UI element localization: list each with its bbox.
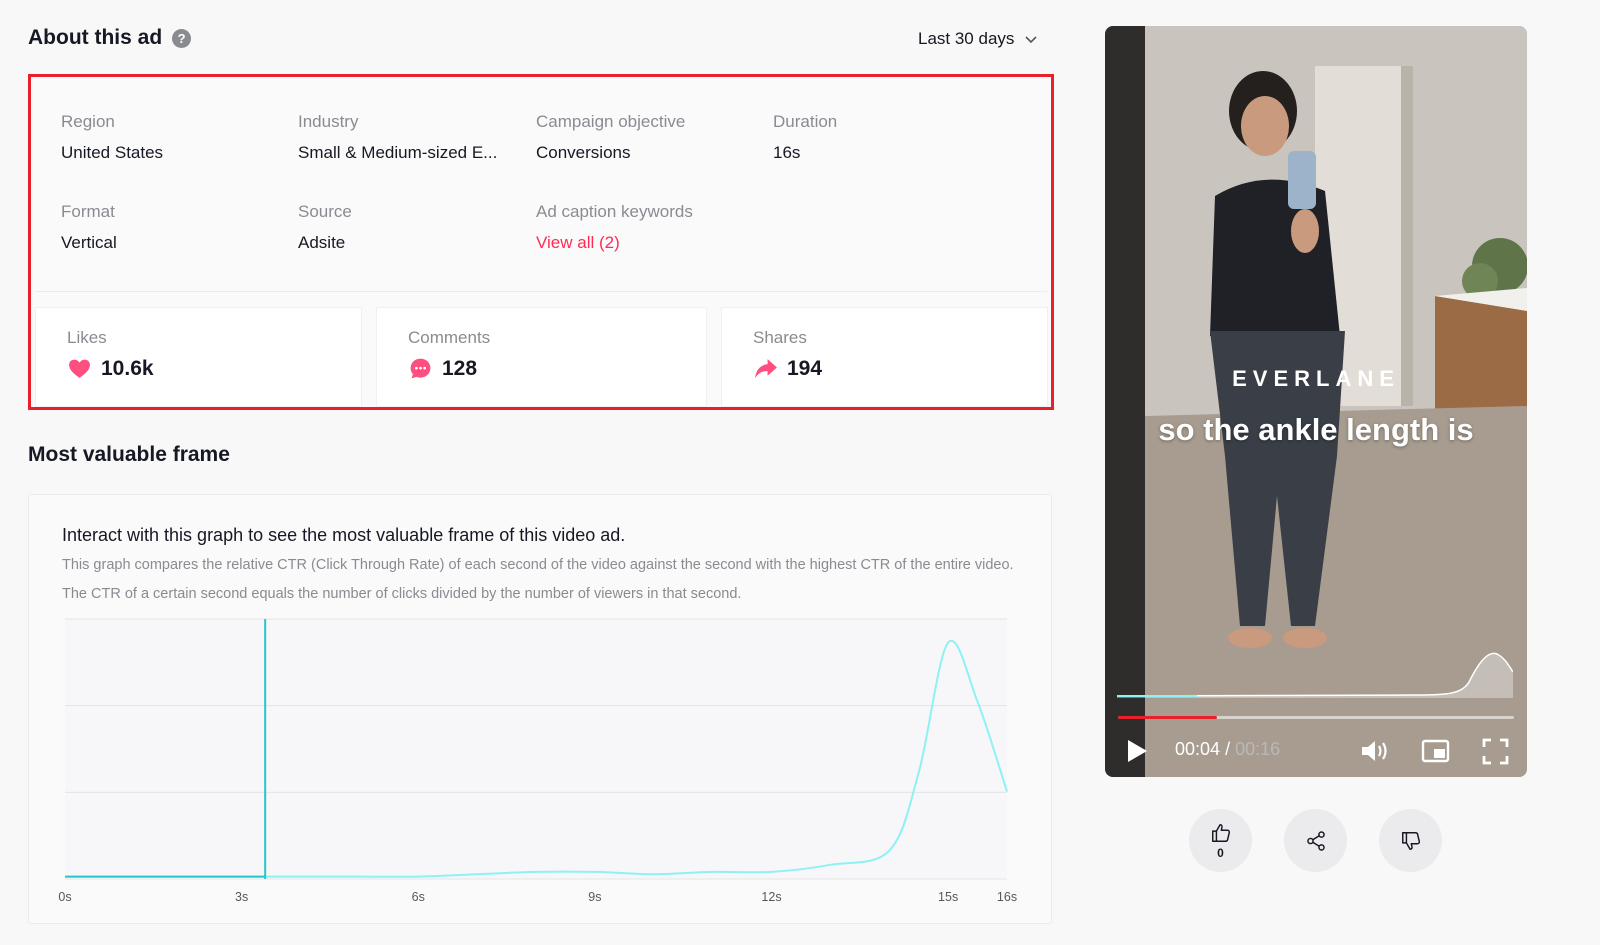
format-label: Format <box>61 202 115 221</box>
thumbs-down-icon <box>1401 831 1420 850</box>
x-tick-label: 12s <box>761 890 781 904</box>
region-label: Region <box>61 112 115 131</box>
ad-details-panel: Region United States Industry Small & Me… <box>28 74 1054 410</box>
region-value: United States <box>61 143 164 162</box>
objective-value: Conversions <box>536 143 631 162</box>
picture-in-picture-icon[interactable] <box>1421 738 1450 764</box>
industry-label: Industry <box>298 112 359 131</box>
graph-description: This graph compares the relative CTR (Cl… <box>62 557 1014 602</box>
x-tick-label: 9s <box>588 890 601 904</box>
video-progress-bar[interactable] <box>1118 716 1514 719</box>
comments-label: Comments <box>408 328 491 347</box>
chevron-down-icon <box>1025 36 1037 44</box>
x-tick-label: 0s <box>58 890 71 904</box>
source-label: Source <box>298 202 352 221</box>
likes-card: Likes 10.6k <box>35 307 362 407</box>
date-range-label: Last 30 days <box>918 29 1015 48</box>
view-all-keywords-link[interactable]: View all (2) <box>536 233 693 253</box>
about-ad-header: About this ad ? <box>28 26 192 50</box>
video-duration: 00:16 <box>1235 739 1281 759</box>
most-valuable-frame-title: Most valuable frame <box>28 443 230 466</box>
play-icon[interactable] <box>1125 738 1149 764</box>
duration-label: Duration <box>773 112 838 131</box>
page-title: About this ad <box>28 26 163 49</box>
fullscreen-icon[interactable] <box>1482 738 1509 765</box>
share-arrow-icon <box>755 359 777 379</box>
industry-value: Small & Medium-sized E... <box>298 143 498 162</box>
format-value: Vertical <box>61 233 117 252</box>
objective-field: Campaign objective Conversions <box>536 112 685 163</box>
industry-field: Industry Small & Medium-sized E... <box>298 112 497 163</box>
video-brand-text: EVERLANE <box>1232 366 1400 391</box>
video-controls: 00:04 / 00:16 <box>1105 726 1527 776</box>
shares-card: Shares 194 <box>721 307 1048 407</box>
share-icon <box>1306 830 1325 851</box>
source-value: Adsite <box>298 233 346 252</box>
heart-icon <box>69 359 90 378</box>
likes-label: Likes <box>67 328 107 347</box>
duration-field: Duration 16s <box>773 112 837 163</box>
ctr-graph-card: 0s 3s 6s 9s 12s 15s 16s Interact with this gra… <box>28 494 1052 924</box>
video-current-time: 00:04 <box>1175 739 1221 759</box>
dislike-button[interactable] <box>1379 809 1442 872</box>
region-field: Region United States <box>61 112 163 163</box>
panel-divider <box>35 291 1047 292</box>
video-progress-fill <box>1118 716 1217 719</box>
share-button[interactable] <box>1284 809 1347 872</box>
x-tick-label: 3s <box>235 890 248 904</box>
chart-plot-area <box>65 619 1007 879</box>
video-ctr-sparkline <box>1117 652 1513 698</box>
video-caption: so the ankle length is <box>1158 412 1474 447</box>
x-tick-label: 6s <box>412 890 425 904</box>
keywords-field: Ad caption keywords View all (2) <box>536 202 693 253</box>
keywords-label: Ad caption keywords <box>536 202 693 221</box>
duration-value: 16s <box>773 143 801 162</box>
date-range-dropdown[interactable]: Last 30 days <box>918 29 1038 49</box>
volume-icon[interactable] <box>1360 738 1390 764</box>
graph-heading: Interact with this graph to see the most… <box>62 525 626 545</box>
x-tick-label: 16s <box>997 890 1017 904</box>
thumbs-up-icon <box>1211 823 1230 842</box>
comments-value: 128 <box>442 356 478 380</box>
video-player[interactable]: EVERLANE so the ankle length is 00:04 / … <box>1105 26 1527 777</box>
shares-value: 194 <box>787 356 823 380</box>
like-button[interactable]: 0 <box>1189 809 1252 872</box>
comments-card: Comments 128 <box>376 307 707 407</box>
help-icon[interactable]: ? <box>172 28 192 48</box>
source-field: Source Adsite <box>298 202 352 253</box>
comment-icon <box>410 358 431 379</box>
format-field: Format Vertical <box>61 202 117 253</box>
shares-label: Shares <box>753 328 807 347</box>
x-tick-label: 15s <box>938 890 958 904</box>
video-time: 00:04 / 00:16 <box>1175 739 1280 760</box>
like-count: 0 <box>1217 845 1224 860</box>
objective-label: Campaign objective <box>536 112 686 131</box>
video-time-separator: / <box>1225 739 1231 759</box>
likes-value: 10.6k <box>101 356 154 380</box>
